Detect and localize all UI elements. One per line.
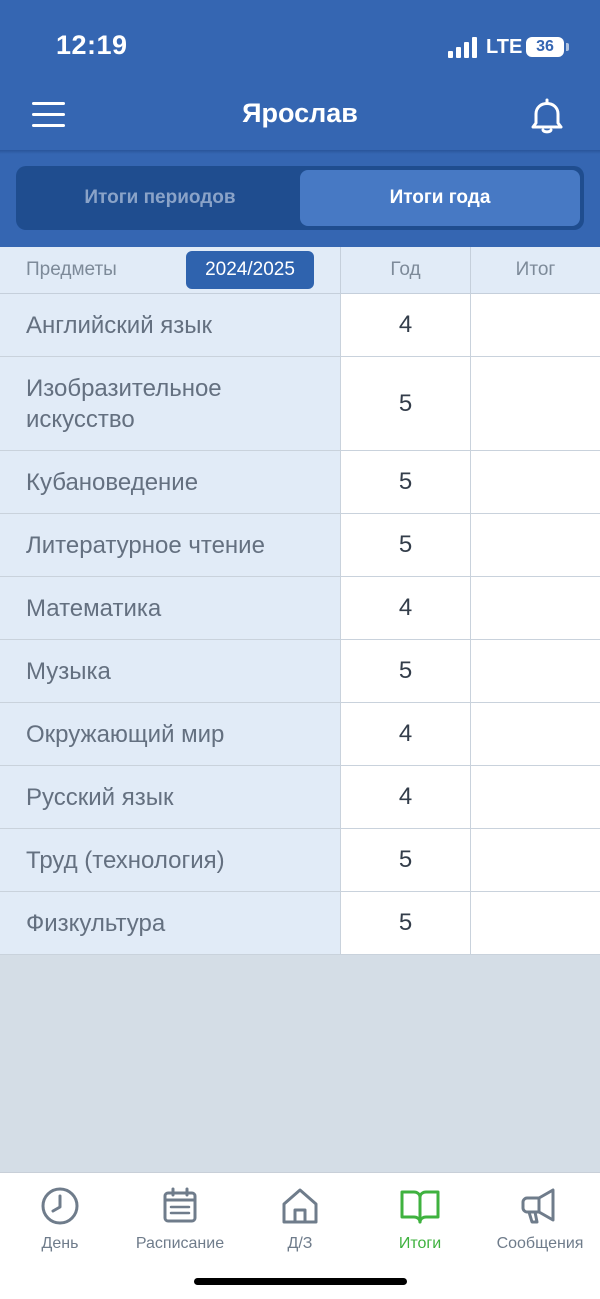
final-grade-cell [471, 640, 600, 702]
bell-icon[interactable] [527, 96, 567, 136]
table-row[interactable]: Математика 4 [0, 577, 600, 640]
column-divider [340, 451, 341, 513]
final-grade-cell [471, 577, 600, 639]
subject-cell: Физкультура [0, 892, 340, 954]
final-grade-cell [471, 766, 600, 828]
column-divider [470, 514, 471, 576]
column-divider [470, 577, 471, 639]
column-divider [340, 294, 341, 356]
grades-table: Предметы 2024/2025 Год Итог Английский я… [0, 247, 600, 955]
status-time: 12:19 [56, 30, 128, 60]
table-row[interactable]: Музыка 5 [0, 640, 600, 703]
column-divider [340, 514, 341, 576]
subject-cell: Изобразительное искусство [0, 357, 340, 450]
column-divider [340, 892, 341, 954]
final-grade-cell [471, 514, 600, 576]
battery-tip [566, 43, 569, 51]
header-divider [0, 150, 600, 154]
home-icon [282, 1188, 318, 1224]
table-row[interactable]: Русский язык 4 [0, 766, 600, 829]
home-indicator [194, 1278, 407, 1285]
tab-results[interactable]: Итоги [360, 1185, 480, 1253]
column-divider [340, 577, 341, 639]
tab-label: День [41, 1235, 79, 1252]
tab-homework[interactable]: Д/З [240, 1185, 360, 1253]
subject-cell: Кубановедение [0, 451, 340, 513]
subject-cell: Русский язык [0, 766, 340, 828]
tab-day[interactable]: День [0, 1185, 120, 1253]
status-bar: 12:19 LTE 36 [0, 0, 600, 90]
header-subjects: Предметы [26, 259, 117, 280]
column-divider [340, 357, 341, 450]
table-row[interactable]: Физкультура 5 [0, 892, 600, 955]
header-final: Итог [515, 259, 556, 280]
column-divider [340, 640, 341, 702]
year-grade-cell: 5 [341, 892, 470, 954]
subject-cell: Литературное чтение [0, 514, 340, 576]
table-row[interactable]: Изобразительное искусство 5 [0, 357, 600, 451]
network-type: LTE [486, 36, 523, 58]
year-grade-cell: 4 [341, 703, 470, 765]
year-grade-cell: 5 [341, 357, 470, 450]
column-divider [470, 451, 471, 513]
table-row[interactable]: Труд (технология) 5 [0, 829, 600, 892]
segment-periods[interactable]: Итоги периодов [20, 170, 300, 226]
segment-year[interactable]: Итоги года [300, 170, 580, 226]
tab-label: Расписание [135, 1235, 225, 1252]
subject-cell: Окружающий мир [0, 703, 340, 765]
table-row[interactable]: Кубановедение 5 [0, 451, 600, 514]
column-divider [470, 829, 471, 891]
table-header: Предметы 2024/2025 Год Итог [0, 247, 600, 294]
final-grade-cell [471, 703, 600, 765]
tab-label: Сообщения [496, 1235, 584, 1252]
column-divider [470, 766, 471, 828]
tab-schedule[interactable]: Расписание [120, 1185, 240, 1253]
book-icon [400, 1190, 440, 1224]
column-divider [340, 766, 341, 828]
column-divider [470, 357, 471, 450]
year-grade-cell: 5 [341, 451, 470, 513]
year-grade-cell: 4 [341, 766, 470, 828]
signal-icon [448, 36, 478, 58]
year-grade-cell: 5 [341, 829, 470, 891]
column-divider [340, 829, 341, 891]
header-year: Год [390, 259, 421, 280]
subject-cell: Английский язык [0, 294, 340, 356]
tab-messages[interactable]: Сообщения [480, 1185, 600, 1253]
segmented-control: Итоги периодов Итоги года [16, 166, 584, 230]
app-header: 12:19 LTE 36 Ярослав Итоги периодов Итог… [0, 0, 600, 247]
table-row[interactable]: Английский язык 4 [0, 294, 600, 357]
subject-cell: Математика [0, 577, 340, 639]
clock-icon [41, 1187, 79, 1225]
tab-label: Д/З [287, 1235, 313, 1252]
subject-cell: Музыка [0, 640, 340, 702]
final-grade-cell [471, 294, 600, 356]
megaphone-icon [521, 1188, 555, 1224]
table-row[interactable]: Окружающий мир 4 [0, 703, 600, 766]
battery-icon: 36 [526, 37, 564, 57]
year-grade-cell: 4 [341, 294, 470, 356]
year-grade-cell: 5 [341, 514, 470, 576]
page-title: Ярослав [242, 98, 358, 128]
year-grade-cell: 4 [341, 577, 470, 639]
final-grade-cell [471, 829, 600, 891]
year-selector[interactable]: 2024/2025 [186, 251, 314, 289]
calendar-icon [163, 1187, 197, 1223]
table-row[interactable]: Литературное чтение 5 [0, 514, 600, 577]
final-grade-cell [471, 451, 600, 513]
column-divider [340, 703, 341, 765]
column-divider [470, 640, 471, 702]
column-divider [470, 294, 471, 356]
tab-label: Итоги [398, 1235, 442, 1252]
year-grade-cell: 5 [341, 640, 470, 702]
column-divider [470, 892, 471, 954]
final-grade-cell [471, 892, 600, 954]
final-grade-cell [471, 357, 600, 450]
subject-cell: Труд (технология) [0, 829, 340, 891]
column-divider [470, 703, 471, 765]
